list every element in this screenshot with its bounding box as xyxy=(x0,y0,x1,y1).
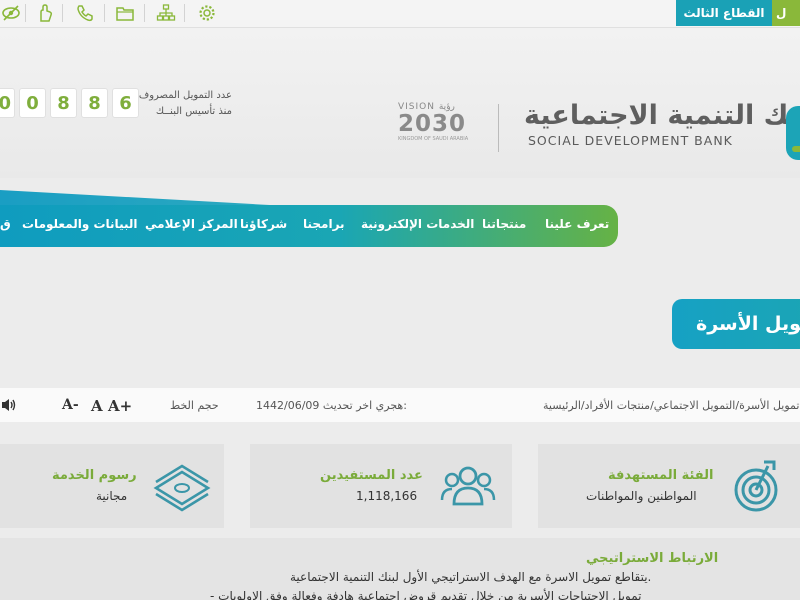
card-service-fees: رسوم الخدمة مجانية xyxy=(0,444,224,528)
nav-item-cut[interactable]: ق xyxy=(0,217,11,231)
divider xyxy=(62,4,63,22)
tab-third-sector[interactable]: القطاع الثالث xyxy=(676,0,772,26)
vision-country: KINGDOM OF SAUDI ARABIA xyxy=(398,136,469,142)
folder-icon[interactable] xyxy=(114,2,136,24)
breadcrumb: تمويل الأسرة/التمويل الاجتماعي/منتجات ال… xyxy=(543,399,800,412)
bank-name-english: SOCIAL DEVELOPMENT BANK xyxy=(528,133,733,148)
card-title: رسوم الخدمة xyxy=(52,468,137,483)
card-target-group: الفئة المستهدفة المواطنين والمواطنات xyxy=(538,444,800,528)
nav-item-eservices[interactable]: الخدمات الإلكترونية xyxy=(361,217,474,231)
nav-item-data[interactable]: البيانات والمعلومات xyxy=(22,217,137,231)
logo-divider xyxy=(498,104,499,152)
phone-icon[interactable] xyxy=(74,2,96,24)
counter-digit: 8 xyxy=(50,88,77,118)
vision-year: 2030 xyxy=(398,111,467,137)
last-update: 1442/06/09 هجري اخر تحديث: xyxy=(256,399,407,412)
card-value: 1,118,166 xyxy=(356,489,418,503)
page-title: تمويل الأسرة xyxy=(672,299,800,349)
card-value: المواطنين والمواطنات xyxy=(586,489,697,503)
divider xyxy=(104,4,105,22)
breadcrumb-item[interactable]: تمويل الأسرة xyxy=(739,399,799,412)
font-increase-button[interactable]: A+ xyxy=(108,397,132,415)
nav-item-products[interactable]: منتجاتنا xyxy=(482,217,526,231)
bank-name-arabic: بنك التنمية الاجتماعية xyxy=(524,100,800,131)
nav-item-programs[interactable]: برامجنا xyxy=(303,217,345,231)
strategy-text: يتقاطع تمويل الاسرة مع الهدف الاستراتيجي… xyxy=(290,570,652,584)
font-decrease-button[interactable]: A- xyxy=(62,397,79,413)
funding-label-line1: عدد التمويل المصروف xyxy=(138,90,232,101)
nav-item-about[interactable]: تعرف علينا xyxy=(545,217,609,231)
sitemap-icon[interactable] xyxy=(155,2,177,24)
divider xyxy=(184,4,185,22)
accessibility-icon[interactable] xyxy=(0,2,22,24)
tab-individuals[interactable]: ل xyxy=(772,0,800,26)
counter-digit: 0 xyxy=(0,88,15,118)
font-size-label: حجم الخط xyxy=(170,399,219,412)
vision-2030-logo[interactable]: VISION رؤية 2030 KINGDOM OF SAUDI ARABIA xyxy=(398,102,476,156)
card-title: عدد المستفيدين xyxy=(320,468,423,483)
divider xyxy=(144,4,145,22)
breadcrumb-item[interactable]: منتجات الأفراد xyxy=(585,399,650,412)
strategy-text: - تمويل الاحتياجات الأسرية من خلال تقديم… xyxy=(210,589,642,600)
target-icon xyxy=(728,458,784,518)
speaker-icon[interactable] xyxy=(0,396,18,418)
card-value: مجانية xyxy=(96,489,128,503)
money-icon xyxy=(152,458,212,518)
funding-counter: 0 0 8 8 6 xyxy=(0,88,139,118)
users-icon xyxy=(440,458,496,518)
card-title: الفئة المستهدفة xyxy=(608,468,714,483)
font-normal-button[interactable]: A xyxy=(91,397,103,415)
counter-digit: 8 xyxy=(81,88,108,118)
breadcrumb-item[interactable]: التمويل الاجتماعي xyxy=(654,399,736,412)
card-beneficiaries: عدد المستفيدين 1,118,166 xyxy=(250,444,512,528)
funding-label: عدد التمويل المصروف منذ تأسيس البنــك xyxy=(120,88,232,120)
hand-icon[interactable] xyxy=(34,2,56,24)
counter-digit: 0 xyxy=(19,88,46,118)
nav-item-partners[interactable]: شركاؤنا xyxy=(240,217,287,231)
gear-icon[interactable] xyxy=(196,2,218,24)
divider xyxy=(25,4,26,22)
nav-item-media[interactable]: المركز الإعلامي xyxy=(145,217,238,231)
strategy-title: الارتباط الاستراتيجي xyxy=(586,551,719,566)
breadcrumb-item[interactable]: الرئيسية xyxy=(543,399,581,412)
funding-label-line2: منذ تأسيس البنــك xyxy=(155,106,232,117)
bank-logo-icon[interactable] xyxy=(786,106,800,160)
